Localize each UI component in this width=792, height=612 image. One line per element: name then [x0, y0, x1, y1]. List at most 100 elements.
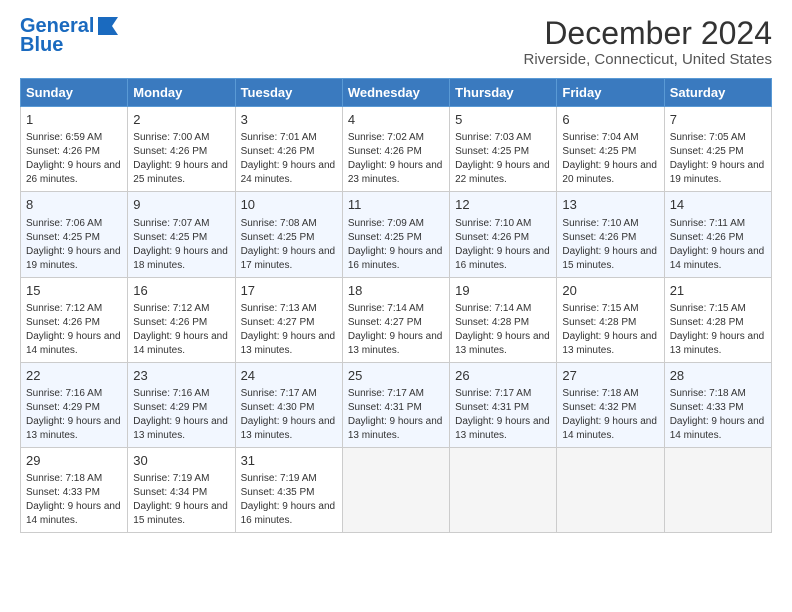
title-area: December 2024 Riverside, Connecticut, Un… — [524, 16, 772, 68]
day-header-tuesday: Tuesday — [235, 79, 342, 107]
day-info: Sunrise: 7:05 AMSunset: 4:25 PMDaylight:… — [670, 132, 765, 185]
day-number: 17 — [241, 282, 337, 300]
day-number: 2 — [133, 111, 229, 129]
logo-wrapper: General — [20, 16, 120, 36]
calendar-table: SundayMondayTuesdayWednesdayThursdayFrid… — [20, 78, 772, 533]
day-number: 31 — [241, 452, 337, 470]
day-header-saturday: Saturday — [664, 79, 771, 107]
day-info: Sunrise: 7:18 AMSunset: 4:33 PMDaylight:… — [670, 388, 765, 441]
day-number: 25 — [348, 367, 444, 385]
day-info: Sunrise: 7:00 AMSunset: 4:26 PMDaylight:… — [133, 132, 228, 185]
day-info: Sunrise: 7:01 AMSunset: 4:26 PMDaylight:… — [241, 132, 336, 185]
day-number: 13 — [562, 196, 658, 214]
calendar-cell: 29 Sunrise: 7:18 AMSunset: 4:33 PMDayligh… — [21, 447, 128, 532]
day-header-wednesday: Wednesday — [342, 79, 449, 107]
day-number: 29 — [26, 452, 122, 470]
day-info: Sunrise: 7:06 AMSunset: 4:25 PMDaylight:… — [26, 218, 121, 271]
calendar-cell: 24 Sunrise: 7:17 AMSunset: 4:30 PMDayligh… — [235, 362, 342, 447]
calendar-cell: 16Sunrise: 7:12 AMSunset: 4:26 PMDayligh… — [128, 277, 235, 362]
calendar-cell: 3 Sunrise: 7:01 AMSunset: 4:26 PMDaylight… — [235, 107, 342, 192]
day-number: 30 — [133, 452, 229, 470]
day-number: 3 — [241, 111, 337, 129]
day-number: 22 — [26, 367, 122, 385]
day-number: 11 — [348, 196, 444, 214]
day-number: 19 — [455, 282, 551, 300]
calendar-cell — [450, 447, 557, 532]
calendar-cell: 21 Sunrise: 7:15 AMSunset: 4:28 PMDayligh… — [664, 277, 771, 362]
day-info: Sunrise: 7:13 AMSunset: 4:27 PMDaylight:… — [241, 303, 336, 356]
day-info: Sunrise: 7:15 AMSunset: 4:28 PMDaylight:… — [670, 303, 765, 356]
day-number: 15 — [26, 282, 122, 300]
day-info: Sunrise: 7:10 AMSunset: 4:26 PMDaylight:… — [455, 218, 550, 271]
week-row-1: 1Sunrise: 6:59 AMSunset: 4:26 PMDaylight… — [21, 107, 772, 192]
calendar-cell: 1Sunrise: 6:59 AMSunset: 4:26 PMDaylight… — [21, 107, 128, 192]
day-header-thursday: Thursday — [450, 79, 557, 107]
calendar-cell: 11Sunrise: 7:09 AMSunset: 4:25 PMDayligh… — [342, 192, 449, 277]
day-info: Sunrise: 7:07 AMSunset: 4:25 PMDaylight:… — [133, 218, 228, 271]
calendar-cell: 7Sunrise: 7:05 AMSunset: 4:25 PMDaylight… — [664, 107, 771, 192]
day-info: Sunrise: 7:10 AMSunset: 4:26 PMDaylight:… — [562, 218, 657, 271]
day-info: Sunrise: 7:12 AMSunset: 4:26 PMDaylight:… — [133, 303, 228, 356]
calendar-cell: 9 Sunrise: 7:07 AMSunset: 4:25 PMDaylight… — [128, 192, 235, 277]
day-number: 8 — [26, 196, 122, 214]
day-info: Sunrise: 7:15 AMSunset: 4:28 PMDaylight:… — [562, 303, 657, 356]
calendar-cell: 13 Sunrise: 7:10 AMSunset: 4:26 PMDayligh… — [557, 192, 664, 277]
week-row-4: 22 Sunrise: 7:16 AMSunset: 4:29 PMDayligh… — [21, 362, 772, 447]
day-info: Sunrise: 7:04 AMSunset: 4:25 PMDaylight:… — [562, 132, 657, 185]
day-number: 4 — [348, 111, 444, 129]
day-number: 23 — [133, 367, 229, 385]
logo-blue-text: Blue — [20, 34, 63, 57]
day-info: Sunrise: 7:17 AMSunset: 4:31 PMDaylight:… — [455, 388, 550, 441]
calendar-cell: 22 Sunrise: 7:16 AMSunset: 4:29 PMDayligh… — [21, 362, 128, 447]
day-info: Sunrise: 7:14 AMSunset: 4:27 PMDaylight:… — [348, 303, 443, 356]
logo-area: General Blue — [20, 16, 120, 57]
day-number: 21 — [670, 282, 766, 300]
calendar-cell: 26 Sunrise: 7:17 AMSunset: 4:31 PMDayligh… — [450, 362, 557, 447]
day-header-monday: Monday — [128, 79, 235, 107]
week-row-3: 15 Sunrise: 7:12 AMSunset: 4:26 PMDayligh… — [21, 277, 772, 362]
week-row-5: 29 Sunrise: 7:18 AMSunset: 4:33 PMDayligh… — [21, 447, 772, 532]
logo-flag-icon — [98, 17, 120, 35]
header-row: SundayMondayTuesdayWednesdayThursdayFrid… — [21, 79, 772, 107]
calendar-cell: 15Sunrise: 7:12 AMSunset: 4:26 PMDayligh… — [21, 277, 128, 362]
calendar-cell: 12 Sunrise: 7:10 AMSunset: 4:26 PMDayligh… — [450, 192, 557, 277]
day-info: Sunrise: 7:11 AMSunset: 4:26 PMDaylight:… — [670, 218, 765, 271]
day-number: 14 — [670, 196, 766, 214]
day-info: Sunrise: 7:18 AMSunset: 4:33 PMDaylight:… — [26, 473, 121, 526]
day-info: Sunrise: 6:59 AMSunset: 4:26 PMDaylight:… — [26, 132, 121, 185]
month-title: December 2024 — [524, 16, 772, 51]
day-number: 5 — [455, 111, 551, 129]
day-info: Sunrise: 7:17 AMSunset: 4:30 PMDaylight:… — [241, 388, 336, 441]
page: General Blue December 2024 Riverside, Co… — [0, 0, 792, 543]
day-number: 24 — [241, 367, 337, 385]
day-number: 26 — [455, 367, 551, 385]
day-number: 20 — [562, 282, 658, 300]
calendar-cell: 19 Sunrise: 7:14 AMSunset: 4:28 PMDayligh… — [450, 277, 557, 362]
logo-text: General — [20, 16, 94, 36]
day-header-sunday: Sunday — [21, 79, 128, 107]
week-row-2: 8 Sunrise: 7:06 AMSunset: 4:25 PMDaylight… — [21, 192, 772, 277]
calendar-cell: 23 Sunrise: 7:16 AMSunset: 4:29 PMDayligh… — [128, 362, 235, 447]
calendar-cell: 27Sunrise: 7:18 AMSunset: 4:32 PMDayligh… — [557, 362, 664, 447]
location-title: Riverside, Connecticut, United States — [524, 51, 772, 68]
day-info: Sunrise: 7:16 AMSunset: 4:29 PMDaylight:… — [26, 388, 121, 441]
calendar-cell: 2 Sunrise: 7:00 AMSunset: 4:26 PMDaylight… — [128, 107, 235, 192]
calendar-cell: 5 Sunrise: 7:03 AMSunset: 4:25 PMDaylight… — [450, 107, 557, 192]
calendar-cell: 14 Sunrise: 7:11 AMSunset: 4:26 PMDayligh… — [664, 192, 771, 277]
day-number: 9 — [133, 196, 229, 214]
day-info: Sunrise: 7:17 AMSunset: 4:31 PMDaylight:… — [348, 388, 443, 441]
calendar-cell: 6 Sunrise: 7:04 AMSunset: 4:25 PMDaylight… — [557, 107, 664, 192]
day-info: Sunrise: 7:14 AMSunset: 4:28 PMDaylight:… — [455, 303, 550, 356]
day-info: Sunrise: 7:03 AMSunset: 4:25 PMDaylight:… — [455, 132, 550, 185]
day-number: 6 — [562, 111, 658, 129]
calendar-cell: 30Sunrise: 7:19 AMSunset: 4:34 PMDayligh… — [128, 447, 235, 532]
calendar-cell: 28 Sunrise: 7:18 AMSunset: 4:33 PMDayligh… — [664, 362, 771, 447]
day-info: Sunrise: 7:16 AMSunset: 4:29 PMDaylight:… — [133, 388, 228, 441]
calendar-cell — [664, 447, 771, 532]
day-info: Sunrise: 7:02 AMSunset: 4:26 PMDaylight:… — [348, 132, 443, 185]
day-info: Sunrise: 7:18 AMSunset: 4:32 PMDaylight:… — [562, 388, 657, 441]
calendar-cell: 31Sunrise: 7:19 AMSunset: 4:35 PMDayligh… — [235, 447, 342, 532]
day-number: 12 — [455, 196, 551, 214]
calendar-cell: 8 Sunrise: 7:06 AMSunset: 4:25 PMDaylight… — [21, 192, 128, 277]
day-number: 28 — [670, 367, 766, 385]
